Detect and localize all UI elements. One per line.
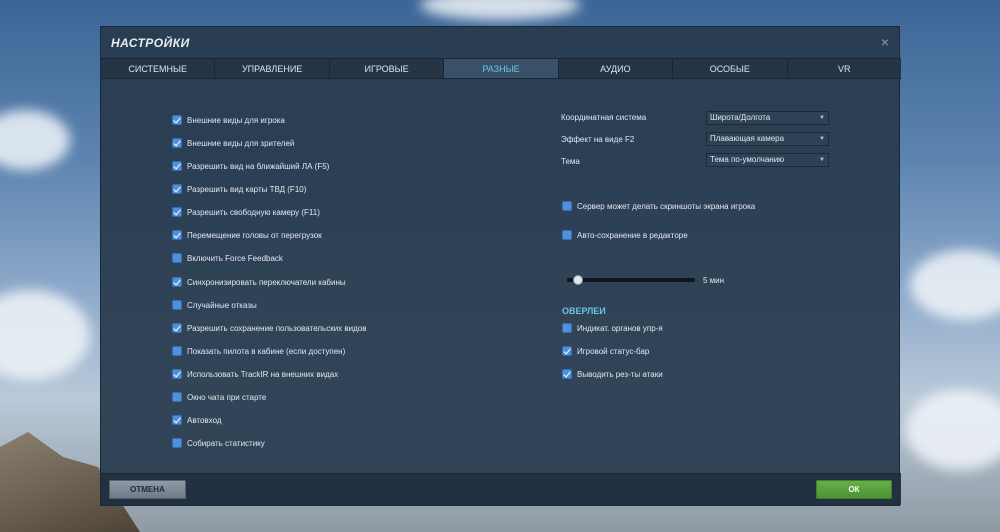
checkbox[interactable] [562,201,572,211]
checkbox[interactable] [562,346,572,356]
overlay-controls-indicator[interactable]: Индикат. органов упр-я [562,322,663,334]
option-label: Использовать TrackIR на внешних видах [187,369,339,379]
tab-gameplay[interactable]: ИГРОВЫЕ [330,59,445,78]
option-allow-save-custom-views[interactable]: Разрешить сохранение пользовательских ви… [172,322,366,334]
overlay-game-status-bar[interactable]: Игровой статус-бар [562,345,649,357]
option-external-views-player[interactable]: Внешние виды для игрока [172,114,285,126]
option-collect-statistics[interactable]: Собирать статистику [172,437,265,449]
autosave-interval-slider-handle[interactable] [572,275,583,285]
checkbox[interactable] [172,346,182,356]
dialog-footer: ОТМЕНА ОК [101,473,901,505]
option-label: Индикат. органов упр-я [577,323,663,333]
option-label: Внешние виды для игрока [187,115,285,125]
checkbox[interactable] [172,230,182,240]
chevron-down-icon: ▼ [819,115,825,121]
option-allow-nearest-aircraft-view[interactable]: Разрешить вид на ближайший ЛА (F5) [172,160,329,172]
overlay-attack-results[interactable]: Выводить рез-ты атаки [562,368,663,380]
option-label: Синхронизировать переключатели кабины [187,277,346,287]
option-label: Сервер может делать скриншоты экрана игр… [577,201,756,211]
option-g-force-head-movement[interactable]: Перемещение головы от перегрузок [172,229,322,241]
tab-bar: СИСТЕМНЫЕ УПРАВЛЕНИЕ ИГРОВЫЕ РАЗНЫЕ АУДИ… [101,58,901,79]
option-editor-autosave[interactable]: Авто-сохранение в редакторе [562,229,688,241]
option-random-failures[interactable]: Случайные отказы [172,299,257,311]
option-label: Собирать статистику [187,438,265,448]
autosave-interval-slider-track[interactable] [567,278,695,282]
background-cloud [0,110,70,170]
option-chat-window-on-start[interactable]: Окно чата при старте [172,391,266,403]
checkbox[interactable] [172,438,182,448]
coordinate-system-select[interactable]: Широта/Долгота ▼ [706,111,829,125]
option-label: Выводить рез-ты атаки [577,369,663,379]
background-cloud [0,290,90,380]
option-sync-cockpit-switches[interactable]: Синхронизировать переключатели кабины [172,276,346,288]
background-cloud [910,250,1000,320]
checkbox[interactable] [172,207,182,217]
option-label: Случайные отказы [187,300,257,310]
tab-audio[interactable]: АУДИО [559,59,674,78]
option-label: Разрешить свободную камеру (F11) [187,207,320,217]
option-label: Включить Force Feedback [187,253,283,263]
dialog-title: НАСТРОЙКИ [111,36,190,50]
theme-select[interactable]: Тема по-умолчанию ▼ [706,153,829,167]
option-allow-free-camera[interactable]: Разрешить свободную камеру (F11) [172,206,320,218]
background-cloud [420,0,580,20]
option-label: Показать пилота в кабине (если доступен) [187,346,346,356]
checkbox[interactable] [172,184,182,194]
coordinate-system-label: Координатная система [561,113,647,122]
option-trackir-external-views[interactable]: Использовать TrackIR на внешних видах [172,368,338,380]
option-label: Автовход [187,415,222,425]
f2-view-effect-label: Эффект на виде F2 [561,135,635,144]
checkbox[interactable] [172,115,182,125]
cancel-button[interactable]: ОТМЕНА [109,480,186,499]
tab-special[interactable]: ОСОБЫЕ [673,59,788,78]
overlays-heading: ОВЕРЛЕИ [562,306,606,316]
checkbox[interactable] [172,323,182,333]
option-allow-map-view[interactable]: Разрешить вид карты ТВД (F10) [172,183,306,195]
settings-content: Внешние виды для игрока Внешние виды для… [101,80,901,474]
checkbox[interactable] [172,300,182,310]
f2-view-effect-select[interactable]: Плавающая камера ▼ [706,132,829,146]
theme-label: Тема [561,157,580,166]
checkbox[interactable] [172,369,182,379]
autosave-interval-value: 5 мин [703,276,725,285]
close-icon[interactable]: × [881,34,889,50]
tab-controls[interactable]: УПРАВЛЕНИЕ [215,59,330,78]
checkbox[interactable] [562,323,572,333]
select-value: Широта/Долгота [710,113,771,122]
option-label: Игровой статус-бар [577,346,650,356]
checkbox[interactable] [562,369,572,379]
tab-vr[interactable]: VR [788,59,901,78]
background-cloud [905,390,1000,470]
checkbox[interactable] [562,230,572,240]
option-label: Окно чата при старте [187,392,267,402]
option-label: Авто-сохранение в редакторе [577,230,688,240]
title-bar: НАСТРОЙКИ × [101,27,899,59]
option-force-feedback[interactable]: Включить Force Feedback [172,252,283,264]
checkbox[interactable] [172,253,182,263]
checkbox[interactable] [172,161,182,171]
checkbox[interactable] [172,415,182,425]
checkbox[interactable] [172,277,182,287]
tab-misc[interactable]: РАЗНЫЕ [444,59,559,78]
option-label: Разрешить сохранение пользовательских ви… [187,323,367,333]
select-value: Плавающая камера [710,134,785,143]
option-server-screenshots[interactable]: Сервер может делать скриншоты экрана игр… [562,200,755,212]
checkbox[interactable] [172,392,182,402]
option-label: Перемещение головы от перегрузок [187,230,322,240]
ok-button[interactable]: ОК [816,480,892,499]
chevron-down-icon: ▼ [819,136,825,142]
option-label: Внешние виды для зрителей [187,138,295,148]
option-label: Разрешить вид на ближайший ЛА (F5) [187,161,330,171]
checkbox[interactable] [172,138,182,148]
select-value: Тема по-умолчанию [710,155,785,164]
option-label: Разрешить вид карты ТВД (F10) [187,184,307,194]
settings-dialog: НАСТРОЙКИ × СИСТЕМНЫЕ УПРАВЛЕНИЕ ИГРОВЫЕ… [100,26,901,506]
option-autologin[interactable]: Автовход [172,414,222,426]
chevron-down-icon: ▼ [819,157,825,163]
tab-system[interactable]: СИСТЕМНЫЕ [101,59,216,78]
option-external-views-spectators[interactable]: Внешние виды для зрителей [172,137,294,149]
option-show-pilot-in-cockpit[interactable]: Показать пилота в кабине (если доступен) [172,345,345,357]
